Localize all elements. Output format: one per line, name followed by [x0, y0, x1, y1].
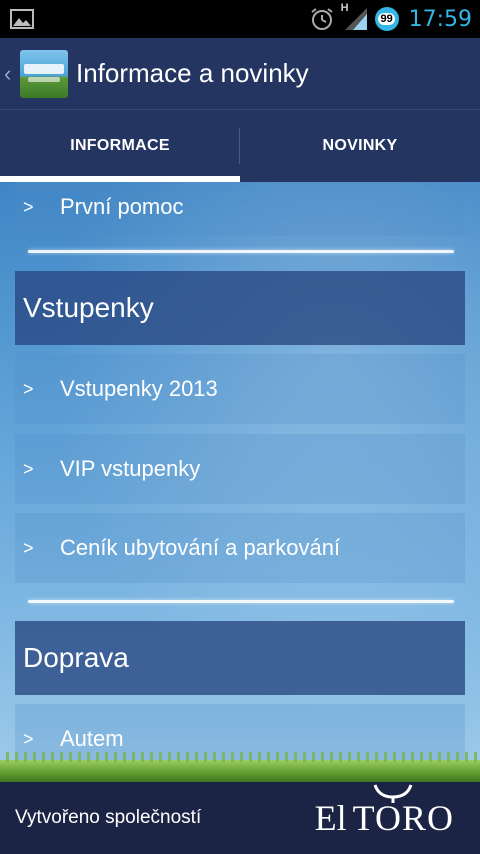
status-bar: H 99 17:59	[0, 0, 480, 38]
app-logo[interactable]	[20, 49, 68, 98]
back-chevron-icon[interactable]: ‹	[4, 61, 18, 87]
brand-el: El	[314, 798, 347, 838]
tab-label: NOVINKY	[322, 137, 398, 154]
notification-badge-icon: 99	[374, 7, 399, 31]
chevron-right-icon: >	[23, 196, 34, 217]
section-title: Doprava	[23, 642, 129, 673]
chevron-right-icon: >	[23, 458, 34, 479]
section-divider	[28, 600, 454, 603]
tab-label: INFORMACE	[70, 137, 170, 154]
bull-horns-icon	[373, 783, 413, 808]
tab-bar: INFORMACE NOVINKY	[0, 110, 480, 182]
list-item-label: Autem	[60, 726, 124, 751]
list-item-label: VIP vstupenky	[60, 456, 201, 481]
status-time: 17:59	[408, 6, 472, 32]
network-type-label: H	[340, 2, 349, 14]
tab-novinky[interactable]: NOVINKY	[240, 110, 480, 182]
signal-icon: H	[341, 2, 369, 32]
footer-credit-text: Vytvořeno společností	[15, 807, 202, 828]
section-header-tickets: Vstupenky	[15, 271, 465, 345]
list-item-accommodation[interactable]: > Ceník ubytování a parkování	[15, 513, 465, 583]
chevron-right-icon: >	[23, 728, 34, 749]
tab-divider	[239, 128, 240, 164]
alarm-icon	[309, 6, 335, 32]
chevron-right-icon: >	[23, 537, 34, 558]
action-bar: ‹ Informace a novinky	[0, 38, 480, 110]
list-item-vip-tickets[interactable]: > VIP vstupenky	[15, 434, 465, 504]
list-item-label: Vstupenky 2013	[60, 376, 218, 401]
image-notification-icon	[10, 9, 34, 29]
chevron-right-icon: >	[23, 378, 34, 399]
el-toro-logo[interactable]: El TORO	[314, 784, 454, 839]
list-item-label: Ceník ubytování a parkování	[60, 535, 341, 560]
footer: Vytvořeno společností El TORO	[0, 782, 480, 854]
list-item-first-aid[interactable]: > První pomoc	[15, 182, 465, 236]
tab-informace[interactable]: INFORMACE	[0, 110, 240, 182]
page-title: Informace a novinky	[76, 58, 309, 88]
content-list[interactable]: > První pomoc Vstupenky > Vstupenky 2013…	[0, 182, 480, 782]
notification-count: 99	[378, 13, 395, 25]
section-header-transport: Doprava	[15, 621, 465, 695]
section-divider	[28, 250, 454, 253]
section-title: Vstupenky	[23, 292, 154, 323]
grass-background	[0, 752, 480, 782]
list-item-tickets-2013[interactable]: > Vstupenky 2013	[15, 354, 465, 424]
list-item-label: První pomoc	[60, 194, 184, 219]
